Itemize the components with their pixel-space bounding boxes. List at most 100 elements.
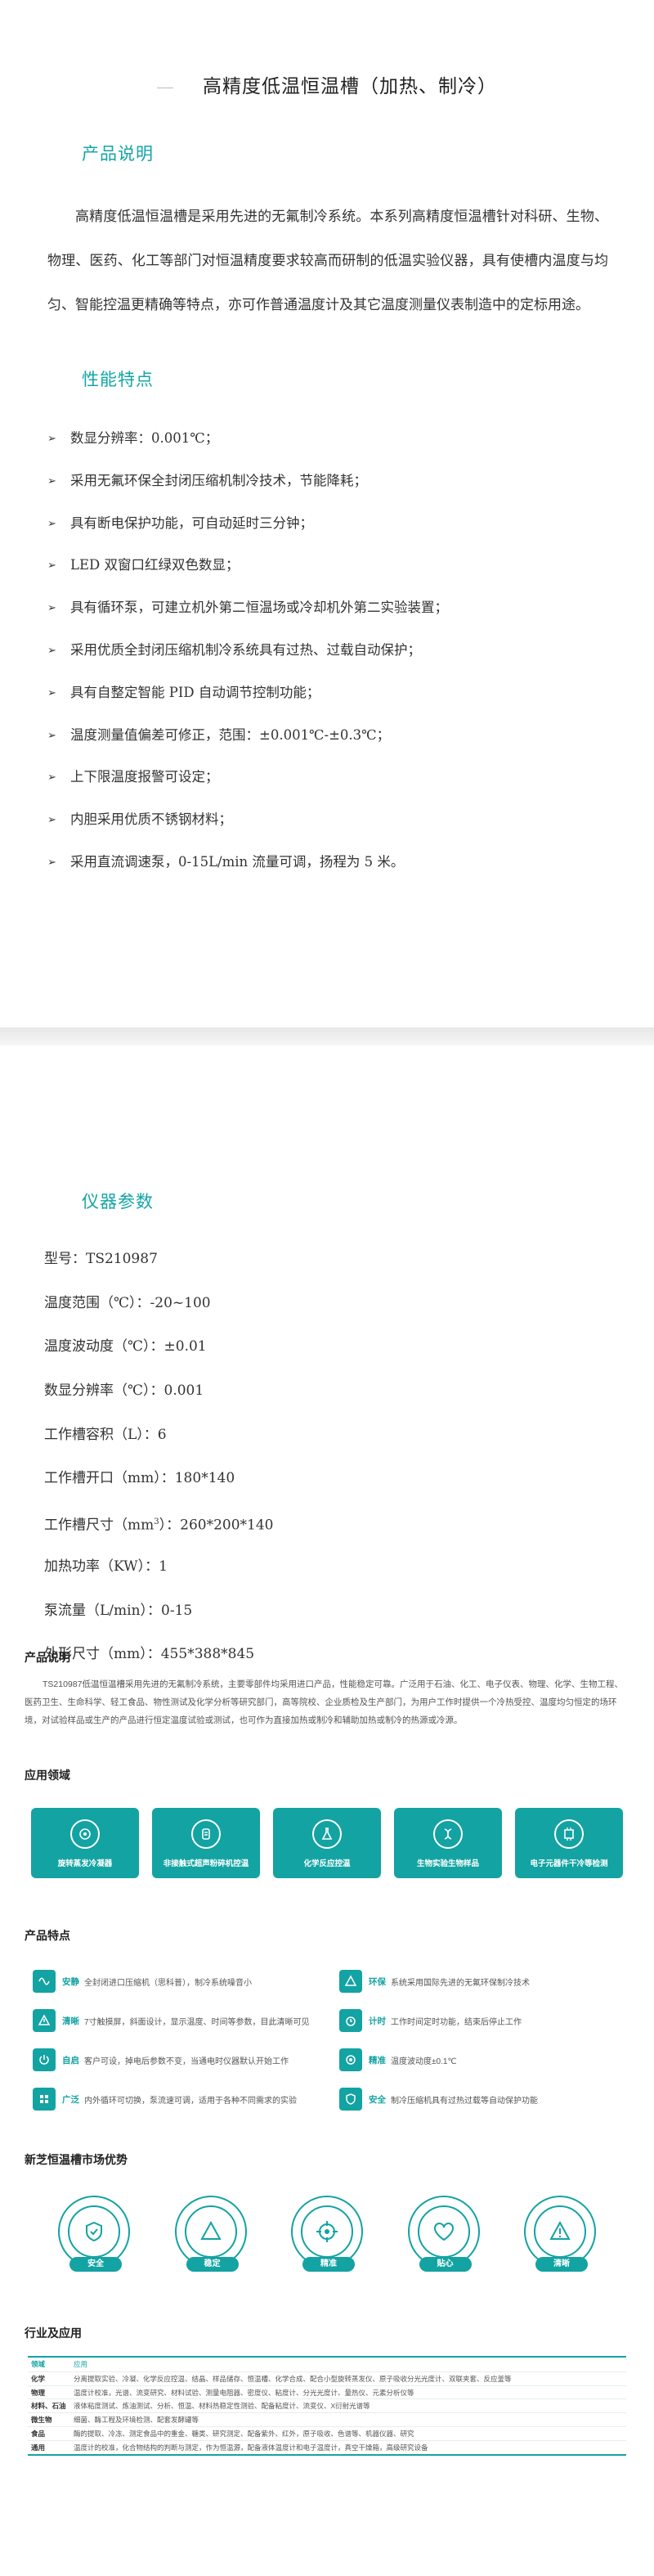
feature-key: 自启 bbox=[62, 2055, 79, 2066]
feature-key: 安全 bbox=[369, 2094, 386, 2105]
feature-item: ➢ 具有断电保护功能，可自动延时三分钟； bbox=[47, 514, 654, 556]
arrow-bullet-icon: ➢ bbox=[47, 474, 56, 488]
param-list: 型号：TS210987 温度范围（℃）：-20~100 温度波动度（℃）：±0.01… bbox=[44, 1249, 654, 1688]
heart-icon bbox=[417, 2205, 470, 2258]
table-row: 物理 温度计校准，光谱、流变研究、材料试验、测量电阻器、密度仪、粘度计、分光光度计… bbox=[28, 2385, 626, 2399]
arrow-bullet-icon: ➢ bbox=[47, 517, 56, 530]
feature-grid-item: 广泛 内外循环可切换，泵流速可调，适用于各种不同需求的实验 bbox=[33, 2088, 315, 2111]
advantage-item: 安全 bbox=[57, 2196, 131, 2272]
param-text: 温度范围（℃）：-20~100 bbox=[44, 1294, 211, 1311]
param-text: 工作槽容积（L）：6 bbox=[44, 1426, 167, 1443]
advantage-ring: 稳定 bbox=[174, 2196, 247, 2272]
feature-grid-item: 精准 温度波动度±0.1℃ bbox=[339, 2048, 621, 2071]
feature-key: 清晰 bbox=[62, 2016, 79, 2026]
shield-icon bbox=[339, 2088, 362, 2111]
feature-item: ➢ 采用无氟环保全封闭压缩机制冷技术，节能降耗； bbox=[47, 471, 654, 514]
table-cell: 食品 bbox=[31, 2429, 46, 2438]
application-label: 旋转蒸发冷凝器 bbox=[57, 1859, 113, 1868]
arrow-bullet-icon: ➢ bbox=[47, 686, 56, 699]
page-title-text: 高精度低温恒温槽（加热、制冷） bbox=[203, 76, 497, 97]
param-item: 工作槽尺寸（mm3）：260*200*140 bbox=[44, 1513, 654, 1557]
feature-desc: 内外循环可切换，泵流速可调，适用于各种不同需求的实验 bbox=[84, 2096, 297, 2106]
table-row: 材料、石油 液体粘度测试、炼油测试、分析、恒温、材料热稳定性测验、配备粘度计、流变… bbox=[28, 2398, 626, 2412]
arrow-bullet-icon: ➢ bbox=[47, 771, 56, 784]
param-item: 工作槽容积（L）：6 bbox=[44, 1425, 654, 1469]
application-card: 旋转蒸发冷凝器 bbox=[31, 1808, 139, 1878]
feature-grid-item: 安全 制冷压缩机具有过热过载等自动保护功能 bbox=[339, 2088, 621, 2111]
param-text: 型号：TS210987 bbox=[44, 1251, 158, 1267]
param-text: 外形尺寸（mm）：455*388*845 bbox=[44, 1646, 255, 1663]
feature-text: 上下限温度报警可设定； bbox=[70, 769, 219, 785]
application-label: 生物实验生物样品 bbox=[416, 1859, 479, 1868]
advantage-ring: 安全 bbox=[58, 2196, 130, 2272]
arrow-bullet-icon: ➢ bbox=[47, 433, 56, 445]
feature-grid-item: 自启 客户可设，掉电后参数不变，当通电时仪器默认开始工作 bbox=[33, 2048, 315, 2071]
param-item: 温度范围（℃）：-20~100 bbox=[44, 1293, 654, 1337]
feature-key: 广泛 bbox=[62, 2094, 79, 2105]
feature-item: ➢ 具有自整定智能 PID 自动调节控制功能； bbox=[47, 683, 654, 726]
feature-grid-item: 环保 系统采用国际先进的无氟环保制冷技术 bbox=[339, 1970, 621, 1993]
section-divider bbox=[0, 1027, 654, 1045]
param-text: 工作槽开口（mm）：180*140 bbox=[44, 1470, 235, 1487]
table-cell: 微生物 bbox=[31, 2416, 52, 2425]
feature-desc: 客户可设，掉电后参数不变，当通电时仪器默认开始工作 bbox=[84, 2057, 289, 2066]
timer-icon bbox=[339, 2009, 362, 2032]
feature-grid-item: 计时 工作时间定时功能，结束后停止工作 bbox=[339, 2009, 621, 2032]
feature-item: ➢ 上下限温度报警可设定； bbox=[47, 767, 654, 810]
table-cell: 温度计校准，光谱、流变研究、材料试验、测量电阻器、密度仪、粘度计、分光光度计、量… bbox=[74, 2388, 414, 2397]
table-header-row: 领域 应用 bbox=[28, 2358, 626, 2371]
table-cell: 物理 bbox=[31, 2388, 46, 2397]
electronic-icon bbox=[554, 1819, 584, 1849]
param-text: 加热功率（KW）：1 bbox=[44, 1558, 168, 1575]
feature-grid-item: 清晰 7寸触摸屏，斜面设计，显示温度、时间等参数，目此清晰可见 bbox=[33, 2009, 315, 2032]
advantage-item: 贴心 bbox=[407, 2196, 481, 2272]
section-heading-features: 性能特点 bbox=[82, 370, 154, 389]
advantage-ring: 精准 bbox=[291, 2196, 363, 2272]
table-header-cell: 应用 bbox=[74, 2360, 88, 2368]
feature-item: ➢ 温度测量值偏差可修正，范围：±0.001℃-±0.3℃； bbox=[47, 726, 654, 768]
feature-key: 计时 bbox=[369, 2016, 386, 2026]
param-text: 温度波动度（℃）：±0.01 bbox=[44, 1338, 207, 1355]
table-cell: 液体粘度测试、炼油测试、分析、恒温、材料热稳定性测验、配备粘度计、流变仪、X衍射… bbox=[74, 2402, 370, 2411]
arrow-bullet-icon: ➢ bbox=[47, 644, 56, 657]
feature-item: ➢ 具有循环泵，可建立机外第二恒温场或冷却机外第二实验装置； bbox=[47, 598, 654, 641]
feature-key: 精准 bbox=[369, 2055, 386, 2066]
feature-item: ➢ LED 双窗口红绿双色数显； bbox=[47, 555, 654, 598]
advantage-label: 稳定 bbox=[186, 2257, 239, 2272]
target-icon bbox=[339, 2048, 362, 2071]
param-text: 泵流量（L/min）：0-15 bbox=[44, 1602, 193, 1619]
advantage-label: 安全 bbox=[69, 2257, 122, 2272]
application-label: 电子元器件干冷等检测 bbox=[530, 1859, 608, 1868]
feature-text: LED 双窗口红绿双色数显； bbox=[70, 557, 240, 573]
feature-key: 环保 bbox=[369, 1976, 386, 1987]
warning-icon bbox=[33, 2009, 56, 2032]
page-title: 高精度低温恒温槽（加热、制冷） bbox=[0, 70, 654, 98]
intro-paragraph: 高精度低温恒温槽是采用先进的无氟制冷系统。本系列高精度恒温槽针对科研、生物、物理… bbox=[47, 209, 608, 313]
stability-icon bbox=[184, 2205, 237, 2258]
precision-icon bbox=[301, 2205, 353, 2258]
param-item: 泵流量（L/min）：0-15 bbox=[44, 1601, 654, 1645]
advantage-label: 贴心 bbox=[419, 2257, 472, 2272]
grid-icon bbox=[33, 2088, 56, 2111]
sheet-heading-industry: 行业及应用 bbox=[25, 2326, 82, 2340]
advantage-ring: 贴心 bbox=[407, 2196, 480, 2272]
application-card: 电子元器件干冷等检测 bbox=[515, 1808, 623, 1878]
param-item: 工作槽开口（mm）：180*140 bbox=[44, 1468, 654, 1513]
arrow-bullet-icon: ➢ bbox=[47, 729, 56, 742]
sheet-heading-applications: 应用领域 bbox=[25, 1769, 70, 1782]
triangle-icon bbox=[339, 1970, 362, 1993]
param-text-rest: ）：260*200*140 bbox=[159, 1517, 274, 1534]
advantage-icons: 安全 稳定 精准 贴心 清晰 bbox=[57, 2196, 597, 2272]
feature-text: 具有自整定智能 PID 自动调节控制功能； bbox=[70, 684, 320, 700]
feature-list: ➢ 数显分辨率：0.001℃； ➢ 采用无氟环保全封闭压缩机制冷技术，节能降耗； ➢ 具有… bbox=[47, 429, 654, 895]
param-item: 温度波动度（℃）：±0.01 bbox=[44, 1337, 654, 1381]
feature-text: 具有循环泵，可建立机外第二恒温场或冷却机外第二实验装置； bbox=[70, 600, 448, 616]
table-cell: 通用 bbox=[31, 2443, 46, 2452]
application-cards: 旋转蒸发冷凝器 非接触式超声粉碎机控温 化学反应控温 生物实验生物样品 电子元器件干冷等… bbox=[31, 1808, 623, 1878]
arrow-bullet-icon: ➢ bbox=[47, 814, 56, 827]
application-card: 非接触式超声粉碎机控温 bbox=[152, 1808, 260, 1878]
table-cell: 材料、石油 bbox=[31, 2402, 66, 2411]
advantage-ring: 清晰 bbox=[524, 2196, 596, 2272]
feature-text: 数显分辨率：0.001℃； bbox=[70, 430, 219, 446]
param-text: 工作槽尺寸（mm bbox=[44, 1517, 155, 1534]
